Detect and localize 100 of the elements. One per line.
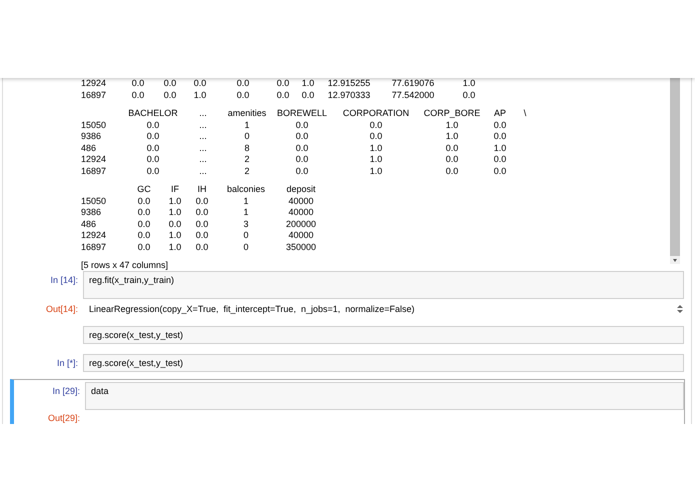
table-cell-text: 0.0	[194, 218, 210, 229]
column-header: deposit	[285, 184, 317, 194]
table-cell-text: 0.0	[162, 90, 178, 100]
table-cell-text: 1.0	[492, 142, 508, 153]
table-cell-text: 0.0	[236, 78, 250, 88]
table-cell-text: ...	[198, 154, 208, 164]
output-prompt: Out[14]:	[44, 304, 79, 314]
table-cell-text: 0.0	[194, 196, 210, 206]
table-cell-text: 8	[243, 142, 250, 153]
table-cell-text: 0.0	[492, 166, 508, 176]
table-cell-text: 1	[242, 196, 250, 206]
row-index: 9386	[81, 131, 102, 142]
table-cell-text: 0.0	[168, 218, 182, 229]
code-cell[interactable]: reg.score(x_test,y_test)	[11, 323, 685, 347]
row-index: 16897	[81, 90, 108, 100]
table-cell-text: 0.0	[194, 242, 210, 252]
table-cell-text: ...	[198, 142, 208, 153]
table-cell-text: ...	[198, 120, 208, 130]
table-cell-text: 1.0	[300, 78, 316, 88]
code-input[interactable]: reg.score(x_test,y_test)	[83, 326, 684, 344]
table-cell-text: 0.0	[294, 142, 310, 153]
table-cell-text: 1.0	[368, 142, 384, 153]
code-input[interactable]: reg.fit(x_train,y_train)	[83, 271, 684, 299]
row-index: 12924	[81, 78, 108, 88]
column-header: IF	[170, 184, 180, 194]
table-cell-text: 0.0	[236, 90, 250, 100]
table-cell-text: 0.0	[294, 166, 310, 176]
row-index: 486	[81, 142, 98, 153]
table-cell-text: 1.0	[168, 242, 182, 252]
table-cell-text: 0.0	[462, 90, 476, 100]
table-cell-text: 0.0	[492, 120, 508, 130]
input-prompt: In [14]:	[49, 274, 79, 285]
table-cell-text: 0.0	[444, 142, 460, 153]
row-index: 16897	[81, 242, 108, 252]
row-index: 486	[81, 218, 98, 229]
column-header: CORP_BORE	[422, 108, 482, 118]
table-cell-text: 0.0	[300, 90, 316, 100]
table-cell-text: 0.0	[444, 166, 460, 176]
column-header: ...	[198, 108, 208, 118]
table-cell-text: 77.542000	[390, 90, 436, 100]
column-header: IH	[196, 184, 208, 194]
table-cell-text: 0.0	[130, 78, 146, 88]
column-header: GC	[136, 184, 152, 194]
column-header: AP	[492, 108, 507, 118]
table-cell-text: 40000	[287, 196, 315, 206]
table-cell-text: 1.0	[368, 154, 384, 164]
table-cell-text: 0.0	[146, 131, 160, 142]
table-cell-text: 0.0	[192, 78, 208, 88]
table-cell-text: 0.0	[368, 131, 384, 142]
table-cell-text: 0	[243, 131, 250, 142]
table-cell-text: 350000	[284, 242, 318, 252]
output-text: LinearRegression(copy_X=True, fit_intercept=True, n_jobs=1, normalize=False)	[88, 303, 416, 316]
table-cell-text: 0.0	[136, 207, 152, 218]
table-cell-text: 0.0	[146, 154, 160, 164]
code-input[interactable]: data	[85, 382, 684, 410]
table-cell-text: 1.0	[444, 120, 460, 130]
column-header: BACHELOR	[127, 108, 179, 118]
table-cell-text: 2	[243, 166, 250, 176]
table-cell-text: 0	[242, 230, 250, 240]
table-cell-text: 1	[242, 207, 250, 218]
table-cell-text: 1.0	[168, 230, 182, 240]
table-cell-text: 0.0	[294, 120, 310, 130]
column-header: amenities	[226, 108, 268, 118]
column-header: balconies	[226, 184, 266, 194]
table-cell-text: 0.0	[136, 242, 152, 252]
input-prompt: In [*]:	[56, 357, 79, 368]
table-cell-text: 0.0	[444, 154, 460, 164]
table-cell-text: ...	[198, 166, 208, 176]
output-prompt: Out[29]:	[46, 413, 81, 423]
table-summary: [5 rows x 47 columns]	[81, 260, 168, 270]
row-index: 12924	[81, 230, 108, 240]
table-cell-text: 0.0	[276, 78, 290, 88]
table-cell-text: 1.0	[368, 166, 384, 176]
table-cell-text: 0.0	[146, 142, 160, 153]
table-cell-text: 0.0	[136, 196, 152, 206]
table-cell-text: 0.0	[276, 90, 290, 100]
table-cell-text: 0.0	[294, 154, 310, 164]
table-cell-text: 40000	[287, 230, 315, 240]
scrollbar[interactable]	[670, 78, 680, 264]
code-input[interactable]: reg.score(x_test,y_test)	[83, 354, 684, 372]
table-cell-text: 3	[242, 218, 250, 229]
column-header: CORPORATION	[342, 108, 410, 118]
row-index: 15050	[81, 196, 108, 206]
scroll-arrows-icon[interactable]	[676, 304, 684, 314]
input-prompt: In [29]:	[51, 385, 81, 396]
table-cell-text: 0.0	[492, 131, 508, 142]
table-cell-text: 1.0	[444, 131, 460, 142]
table-cell-text: 0.0	[146, 120, 160, 130]
table-cell-text: 0.0	[130, 90, 146, 100]
table-cell-text: 0	[242, 242, 250, 252]
table-cell-text: 0.0	[194, 207, 210, 218]
row-index: 16897	[81, 166, 108, 176]
table-cell-text: 77.619076	[390, 78, 436, 88]
table-cell-text: 1.0	[168, 196, 182, 206]
table-cell-text: 0.0	[194, 230, 210, 240]
table-cell-text: 12.915255	[326, 78, 372, 88]
code-cell[interactable]: In [*]: reg.score(x_test,y_test)	[11, 351, 685, 375]
selected-cell[interactable]: In [29]: data Out[29]:	[10, 379, 685, 424]
table-cell-text: 1.0	[168, 207, 182, 218]
column-header: BOREWELL	[276, 108, 328, 118]
